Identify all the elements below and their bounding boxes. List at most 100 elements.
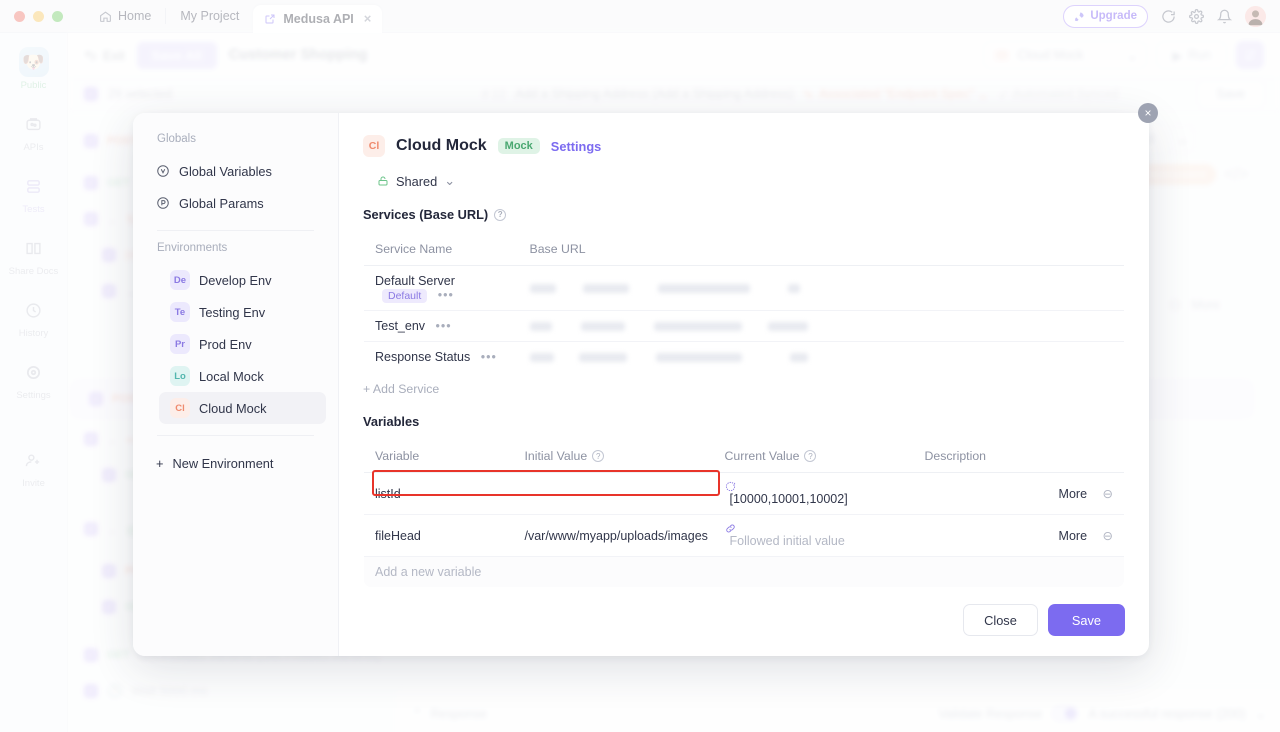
variables-section-title: Variables: [363, 414, 420, 429]
table-row[interactable]: fileHead /var/www/myapp/uploads/images F…: [364, 514, 1124, 557]
initial-value-cell[interactable]: [513, 472, 714, 515]
initial-value-cell[interactable]: /var/www/myapp/uploads/images: [513, 514, 714, 557]
redacted-text: [789, 353, 808, 363]
save-button[interactable]: Save: [1047, 604, 1125, 636]
description-cell[interactable]: [913, 472, 1041, 515]
current-value-cell[interactable]: Followed initial value: [713, 514, 914, 557]
default-chip: Default: [382, 289, 428, 303]
sidebar-item-develop-env[interactable]: De Develop Env: [159, 264, 326, 296]
current-value-label: Current Value: [724, 449, 800, 463]
modal-main: Cl Cloud Mock Mock Settings Shared ⌄ Ser…: [339, 113, 1149, 656]
help-icon[interactable]: ?: [592, 450, 605, 462]
redacted-text: [529, 322, 552, 332]
base-url-cell[interactable]: [518, 310, 1124, 342]
redacted-text: [582, 284, 629, 294]
current-value-cell[interactable]: [10000,10001,10002]: [713, 472, 914, 515]
variable-name-cell[interactable]: fileHead: [364, 514, 514, 557]
service-name: Default Server: [375, 274, 455, 288]
service-name-cell: Default Server Default •••: [364, 265, 519, 311]
redacted-text: [578, 353, 627, 363]
modal-title: Cloud Mock: [396, 137, 487, 154]
new-environment-button[interactable]: + New Environment: [145, 447, 326, 479]
description-cell[interactable]: [913, 514, 1041, 557]
modal-close-button[interactable]: ×: [1138, 103, 1158, 123]
row-actions-cell: More ⊖: [1040, 472, 1124, 515]
shared-visibility-selector[interactable]: Shared ⌄: [377, 173, 1125, 189]
base-url-cell[interactable]: [518, 265, 1124, 311]
modal-footer: Close Save: [963, 604, 1125, 636]
sidebar-item-label: Cloud Mock: [199, 400, 267, 416]
variables-table: Variable Initial Value ? Current Value ?: [363, 439, 1125, 588]
add-service-button[interactable]: + Add Service: [363, 382, 1125, 396]
variable-name-cell[interactable]: listId: [364, 472, 514, 515]
env-badge: Te: [170, 302, 190, 322]
sidebar-item-label: Prod Env: [199, 336, 252, 352]
remove-variable-button[interactable]: ⊖: [1103, 528, 1113, 543]
services-section-label: Services (Base URL): [363, 207, 489, 222]
sync-icon: [725, 481, 903, 492]
redacted-text: [529, 284, 556, 294]
table-row[interactable]: Default Server Default •••: [364, 265, 1124, 311]
current-value-placeholder: Followed initial value: [729, 534, 845, 548]
lock-icon: [377, 175, 389, 187]
service-name-cell: Test_env •••: [364, 310, 519, 342]
sidebar-item-label: Develop Env: [199, 272, 272, 288]
row-menu-button[interactable]: •••: [438, 288, 454, 302]
env-badge: Lo: [170, 366, 190, 386]
add-variable-placeholder[interactable]: Add a new variable: [364, 556, 1124, 587]
table-row[interactable]: listId [10000,10001,10002] More ⊖: [364, 472, 1124, 515]
current-value-text: [10000,10001,10002]: [729, 492, 848, 506]
env-badge: Cl: [170, 398, 190, 418]
env-badge: Pr: [170, 334, 190, 354]
row-menu-button[interactable]: •••: [436, 319, 452, 333]
help-icon[interactable]: ?: [494, 208, 507, 221]
sidebar-item-prod-env[interactable]: Pr Prod Env: [159, 328, 326, 360]
help-icon[interactable]: ?: [804, 450, 817, 462]
row-actions-cell: More ⊖: [1040, 514, 1124, 557]
env-badge: Cl: [363, 135, 385, 157]
link-icon: [725, 523, 903, 534]
globals-caption: Globals: [157, 133, 196, 145]
sidebar-item-global-params[interactable]: Global Params: [145, 187, 326, 219]
new-environment-label: New Environment: [172, 455, 274, 471]
remove-variable-button[interactable]: ⊖: [1103, 486, 1113, 501]
redacted-text: [658, 284, 751, 294]
settings-link[interactable]: Settings: [551, 139, 601, 154]
sidebar-item-label: Global Params: [179, 195, 264, 211]
column-header-service-name: Service Name: [364, 233, 519, 266]
sidebar-item-label: Global Variables: [179, 163, 272, 179]
sidebar-item-cloud-mock[interactable]: Cl Cloud Mock: [159, 392, 326, 424]
modal-sidebar: Globals Global Variables Global Params E…: [133, 113, 339, 656]
initial-value-label: Initial Value: [524, 449, 588, 463]
row-menu-button[interactable]: •••: [481, 350, 497, 364]
redacted-text: [656, 353, 743, 363]
redacted-text: [654, 322, 743, 332]
column-header-current-value: Current Value ?: [713, 440, 914, 473]
column-header-variable: Variable: [364, 440, 514, 473]
param-circle-icon: [156, 196, 170, 210]
add-variable-row[interactable]: Add a new variable: [364, 556, 1124, 587]
table-row[interactable]: Test_env •••: [364, 310, 1124, 342]
sidebar-item-local-mock[interactable]: Lo Local Mock: [159, 360, 326, 392]
column-header-initial-value: Initial Value ?: [513, 440, 714, 473]
close-button[interactable]: Close: [963, 604, 1038, 636]
environments-caption: Environments: [157, 242, 228, 254]
sidebar-item-testing-env[interactable]: Te Testing Env: [159, 296, 326, 328]
redacted-text: [787, 284, 800, 294]
redacted-text: [529, 353, 554, 363]
column-header-actions: [1040, 440, 1124, 473]
table-row[interactable]: Response Status •••: [364, 341, 1124, 372]
sidebar-item-global-variables[interactable]: Global Variables: [145, 155, 326, 187]
table-header-row: Variable Initial Value ? Current Value ?: [364, 440, 1124, 473]
plus-icon: +: [156, 455, 164, 471]
divider: [157, 230, 314, 231]
table-header-row: Service Name Base URL: [364, 233, 1124, 266]
redacted-text: [767, 322, 808, 332]
env-badge: De: [170, 270, 190, 290]
service-name-cell: Response Status •••: [364, 341, 519, 372]
more-button[interactable]: More: [1059, 487, 1087, 501]
service-name: Test_env: [375, 319, 426, 333]
services-table: Service Name Base URL Default Server Def…: [363, 232, 1125, 373]
base-url-cell[interactable]: [518, 341, 1124, 372]
more-button[interactable]: More: [1059, 529, 1087, 543]
